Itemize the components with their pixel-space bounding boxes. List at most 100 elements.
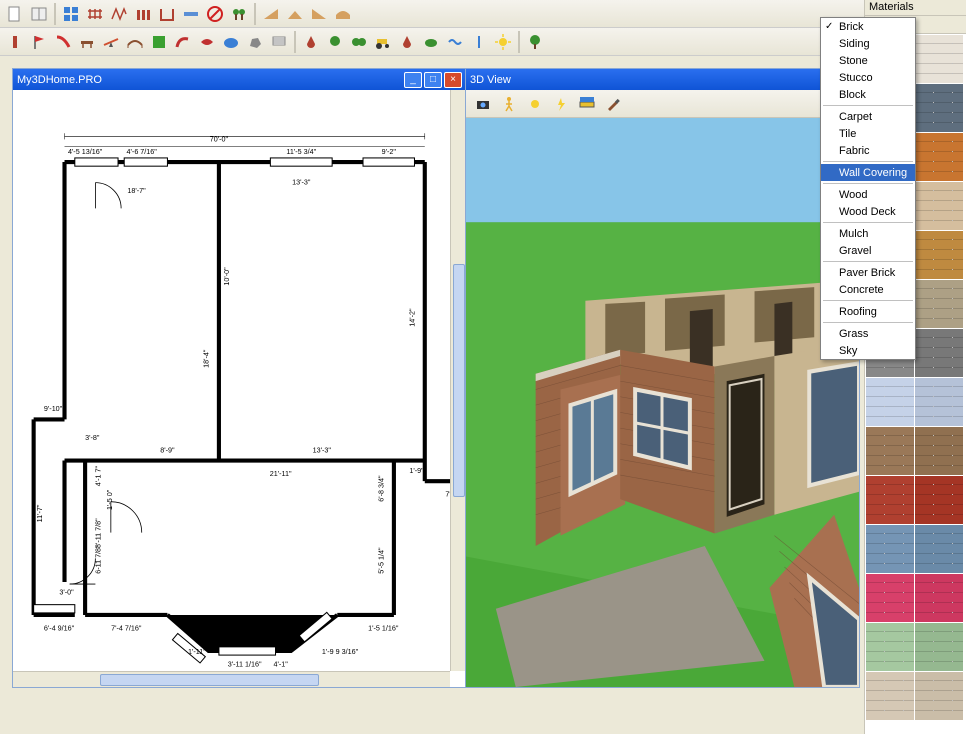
tool-rock[interactable]: [244, 31, 266, 53]
material-swatch[interactable]: [915, 182, 963, 230]
brush-icon[interactable]: [602, 93, 624, 115]
material-swatch[interactable]: [915, 84, 963, 132]
camera-icon[interactable]: [472, 93, 494, 115]
material-swatch[interactable]: [915, 133, 963, 181]
menu-item[interactable]: Carpet: [821, 108, 915, 125]
tool-curve-2[interactable]: [196, 31, 218, 53]
menu-item[interactable]: Sky: [821, 342, 915, 359]
menu-item[interactable]: Roofing: [821, 303, 915, 320]
tool-drop-2[interactable]: [396, 31, 418, 53]
tool-new-page[interactable]: [4, 3, 26, 25]
menu-item[interactable]: Paver Brick: [821, 264, 915, 281]
material-swatch[interactable]: [866, 525, 914, 573]
svg-text:21'-11": 21'-11": [270, 469, 292, 478]
close-button[interactable]: ×: [444, 72, 462, 88]
tool-book[interactable]: [28, 3, 50, 25]
tool-pond[interactable]: [220, 31, 242, 53]
floorplan-scroll-vertical[interactable]: [450, 90, 466, 671]
material-swatch[interactable]: [915, 329, 963, 377]
menu-item[interactable]: Stucco: [821, 69, 915, 86]
menu-item[interactable]: Concrete: [821, 281, 915, 298]
tool-tree[interactable]: [524, 31, 546, 53]
floorplan-canvas[interactable]: 70'-0" 4'-5 13/16" 4'-6 7/16" 11'-5 3/4"…: [13, 90, 466, 687]
maximize-button[interactable]: □: [424, 72, 442, 88]
svg-text:9'-10": 9'-10": [44, 404, 63, 413]
material-swatch[interactable]: [915, 35, 963, 83]
tool-fence-1[interactable]: [84, 3, 106, 25]
menu-item[interactable]: Tile: [821, 125, 915, 142]
material-swatch[interactable]: [915, 623, 963, 671]
floorplan-titlebar[interactable]: My3DHome.PRO _ □ ×: [13, 69, 466, 90]
tool-shrub-3[interactable]: [420, 31, 442, 53]
light-icon[interactable]: [550, 93, 572, 115]
tool-plot[interactable]: [148, 31, 170, 53]
material-swatch[interactable]: [915, 672, 963, 720]
material-swatch[interactable]: [915, 427, 963, 475]
svg-text:9'-2": 9'-2": [382, 147, 397, 156]
material-swatch[interactable]: [915, 378, 963, 426]
menu-item[interactable]: Wood: [821, 186, 915, 203]
material-swatch[interactable]: [866, 574, 914, 622]
tool-seesaw[interactable]: [100, 31, 122, 53]
ruler-toggle-icon[interactable]: [576, 93, 598, 115]
tool-line[interactable]: [468, 31, 490, 53]
floorplan-window: My3DHome.PRO _ □ ×: [12, 68, 467, 688]
svg-text:18'-4": 18'-4": [202, 349, 211, 368]
tool-fence-3[interactable]: [132, 3, 154, 25]
material-swatch[interactable]: [915, 231, 963, 279]
tool-shrub-2[interactable]: [348, 31, 370, 53]
menu-item[interactable]: Stone: [821, 52, 915, 69]
tool-bench[interactable]: [76, 31, 98, 53]
menu-item[interactable]: Brick: [821, 18, 915, 35]
view3d-titlebar[interactable]: 3D View: [466, 69, 859, 90]
tool-bridge[interactable]: [124, 31, 146, 53]
tool-trees[interactable]: [228, 3, 250, 25]
svg-text:8'-9": 8'-9": [160, 445, 175, 454]
svg-text:3'-8": 3'-8": [85, 433, 100, 442]
tool-slope-1[interactable]: [260, 3, 282, 25]
material-swatch[interactable]: [915, 476, 963, 524]
menu-item[interactable]: Wall Covering: [821, 164, 915, 181]
walk-icon[interactable]: [498, 93, 520, 115]
tool-tractor[interactable]: [372, 31, 394, 53]
floorplan-scroll-horizontal[interactable]: [13, 671, 450, 687]
sun-icon[interactable]: [524, 93, 546, 115]
tool-slope-3[interactable]: [308, 3, 330, 25]
tool-fence-4[interactable]: [156, 3, 178, 25]
material-swatch[interactable]: [866, 378, 914, 426]
tool-sun[interactable]: [492, 31, 514, 53]
menu-item[interactable]: Siding: [821, 35, 915, 52]
svg-text:13'-3": 13'-3": [292, 178, 311, 187]
tool-grid[interactable]: [60, 3, 82, 25]
material-swatch[interactable]: [866, 623, 914, 671]
menu-item[interactable]: Mulch: [821, 225, 915, 242]
material-swatch[interactable]: [866, 672, 914, 720]
material-swatch[interactable]: [915, 525, 963, 573]
menu-item[interactable]: Block: [821, 86, 915, 103]
tool-prohibit[interactable]: [204, 3, 226, 25]
material-swatch[interactable]: [866, 427, 914, 475]
tool-path[interactable]: [180, 3, 202, 25]
tool-curve[interactable]: [172, 31, 194, 53]
material-swatch[interactable]: [866, 476, 914, 524]
tool-grill[interactable]: [268, 31, 290, 53]
tool-post[interactable]: [4, 31, 26, 53]
menu-item[interactable]: Grass: [821, 325, 915, 342]
menu-item[interactable]: Gravel: [821, 242, 915, 259]
tool-slope-2[interactable]: [284, 3, 306, 25]
minimize-button[interactable]: _: [404, 72, 422, 88]
view3d-canvas[interactable]: [466, 118, 859, 687]
svg-text:1'-9": 1'-9": [409, 466, 424, 475]
material-swatch[interactable]: [915, 574, 963, 622]
tool-slide[interactable]: [52, 31, 74, 53]
tool-fence-2[interactable]: [108, 3, 130, 25]
tool-slope-4[interactable]: [332, 3, 354, 25]
material-swatch[interactable]: [915, 280, 963, 328]
tool-flag[interactable]: [28, 31, 50, 53]
menu-item[interactable]: Wood Deck: [821, 203, 915, 220]
tool-flow[interactable]: [444, 31, 466, 53]
tool-drop[interactable]: [300, 31, 322, 53]
menu-item[interactable]: Fabric: [821, 142, 915, 159]
tool-shrub-1[interactable]: [324, 31, 346, 53]
materials-context-menu: BrickSidingStoneStuccoBlock CarpetTileFab…: [820, 17, 916, 360]
